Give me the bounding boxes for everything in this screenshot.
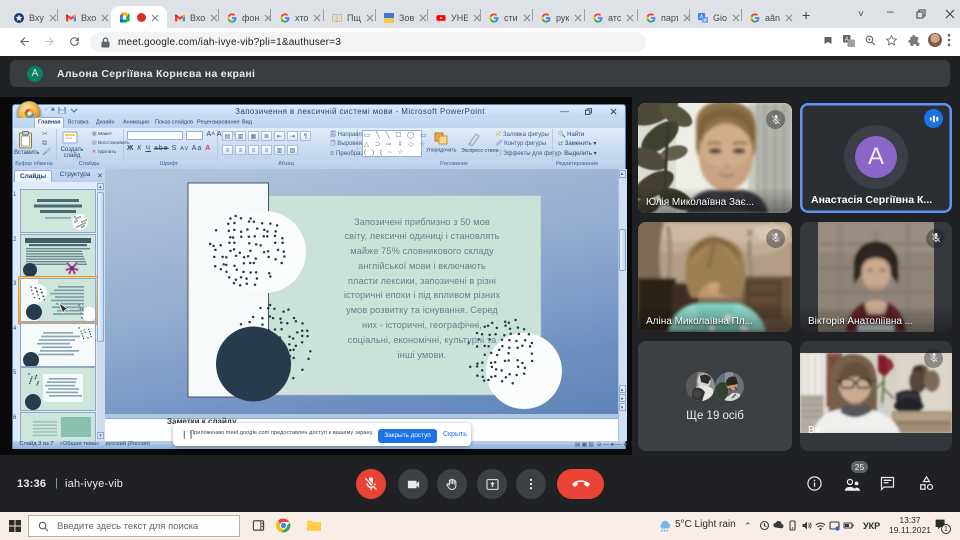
svg-text:文: 文: [703, 16, 708, 22]
